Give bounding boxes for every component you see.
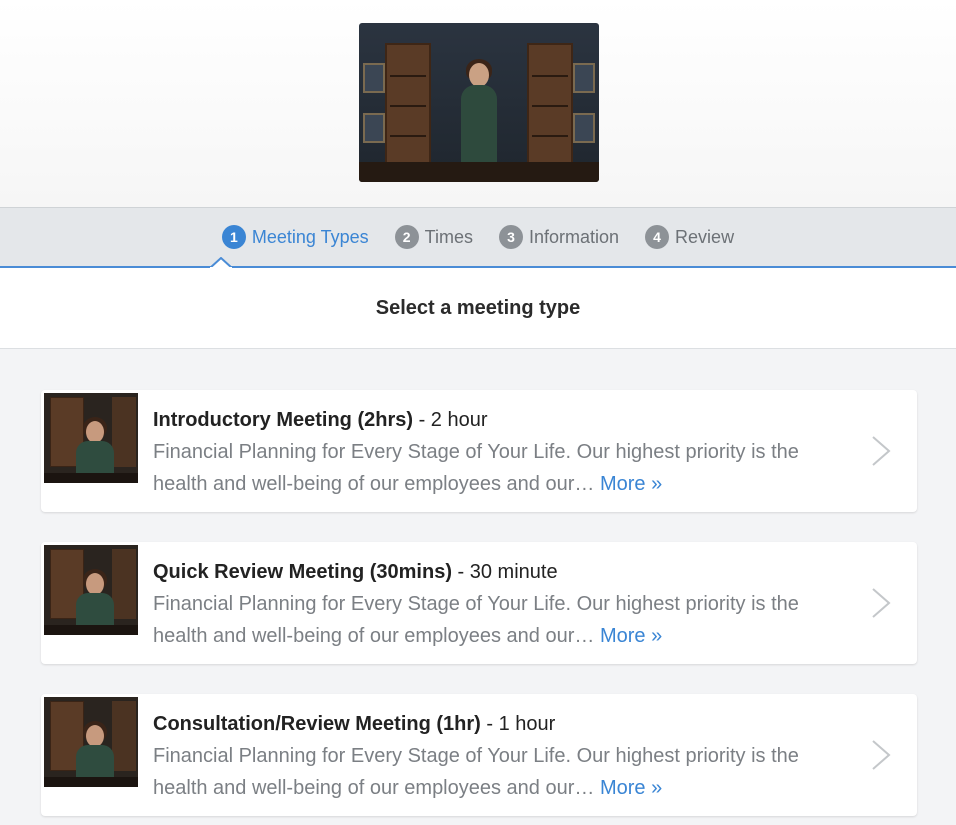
- meeting-type-card-consultation[interactable]: Consultation/Review Meeting (1hr) - 1 ho…: [41, 694, 917, 816]
- header: [0, 0, 956, 208]
- meeting-title: Quick Review Meeting (30mins): [153, 561, 452, 583]
- meeting-type-card-introductory[interactable]: Introductory Meeting (2hrs) - 2 hour Fin…: [41, 390, 917, 512]
- more-link[interactable]: More »: [600, 777, 662, 799]
- meeting-duration: - 1 hour: [480, 713, 556, 735]
- step-number: 4: [645, 225, 670, 249]
- chevron-right-icon: [872, 740, 891, 770]
- meeting-thumbnail: [44, 393, 138, 483]
- meeting-duration: - 30 minute: [451, 561, 558, 583]
- meeting-title: Consultation/Review Meeting (1hr): [153, 713, 481, 735]
- meeting-thumbnail: [44, 545, 138, 635]
- more-link[interactable]: More »: [600, 473, 662, 495]
- step-number: 3: [499, 225, 523, 249]
- step-number: 2: [394, 225, 419, 249]
- more-link[interactable]: More »: [600, 625, 662, 647]
- step-times[interactable]: 2 Times: [394, 225, 473, 249]
- meeting-type-card-quick-review[interactable]: Quick Review Meeting (30mins) - 30 minut…: [41, 542, 917, 664]
- step-information[interactable]: 3 Information: [499, 225, 619, 249]
- meeting-thumbnail: [44, 697, 138, 787]
- step-meeting-types[interactable]: 1 Meeting Types: [221, 225, 369, 249]
- meeting-duration: - 2 hour: [413, 409, 488, 431]
- step-label: Meeting Types: [251, 226, 369, 247]
- meeting-description: Financial Planning for Every Stage of Yo…: [153, 745, 799, 799]
- step-label: Times: [424, 226, 473, 247]
- meeting-title: Introductory Meeting (2hrs): [153, 409, 414, 431]
- step-label: Information: [529, 226, 620, 247]
- chevron-right-icon: [872, 436, 891, 466]
- chevron-right-icon: [872, 588, 891, 618]
- meeting-type-list: Introductory Meeting (2hrs) - 2 hour Fin…: [0, 349, 956, 816]
- meeting-description: Financial Planning for Every Stage of Yo…: [153, 441, 799, 495]
- meeting-description: Financial Planning for Every Stage of Yo…: [153, 593, 799, 647]
- banner-photo: [359, 23, 599, 182]
- step-review[interactable]: 4 Review: [645, 225, 734, 249]
- step-label: Review: [675, 226, 735, 247]
- active-step-pointer: [210, 257, 232, 268]
- page-title: Select a meeting type: [0, 268, 956, 349]
- step-number: 1: [221, 225, 246, 249]
- step-progress-bar: 1 Meeting Types 2 Times 3 Information 4 …: [0, 208, 956, 268]
